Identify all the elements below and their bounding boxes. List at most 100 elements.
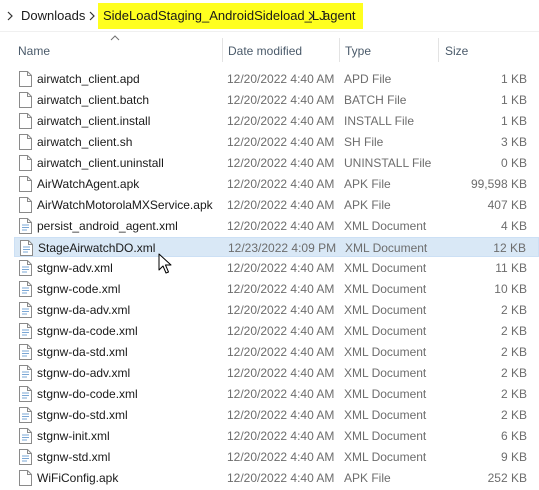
file-name: stgnw-da-code.xml	[37, 324, 138, 338]
file-row[interactable]: persist_android_agent.xml 12/20/2022 4:40…	[14, 216, 539, 236]
file-row[interactable]: airwatch_client.batch 12/20/2022 4:40 AM B…	[14, 90, 539, 110]
file-name: persist_android_agent.xml	[37, 219, 178, 233]
xml-file-icon	[19, 344, 32, 360]
file-row[interactable]: stgnw-da-code.xml 12/20/2022 4:40 AM XML D…	[14, 321, 539, 341]
file-size: 2 KB	[500, 408, 527, 422]
file-row[interactable]: AirWatchMotorolaMXService.apk 12/20/2022 …	[14, 195, 539, 215]
generic-file-icon	[19, 113, 32, 129]
file-name: stgnw-code.xml	[37, 282, 121, 296]
generic-file-icon	[19, 71, 32, 87]
file-name: stgnw-std.xml	[37, 450, 111, 464]
file-size: 11 KB	[495, 261, 527, 275]
file-row[interactable]: stgnw-da-std.xml 12/20/2022 4:40 AM XML Do…	[14, 342, 539, 362]
file-type: SH File	[344, 135, 384, 149]
file-name: stgnw-do-std.xml	[37, 408, 128, 422]
file-row[interactable]: stgnw-do-code.xml 12/20/2022 4:40 AM XML D…	[14, 384, 539, 404]
file-size: 2 KB	[500, 345, 527, 359]
file-size: 2 KB	[500, 387, 527, 401]
file-type: XML Document	[344, 282, 427, 296]
column-header-size-label: Size	[445, 44, 469, 58]
file-row[interactable]: stgnw-do-adv.xml 12/20/2022 4:40 AM XML Do…	[14, 363, 539, 383]
file-name: stgnw-adv.xml	[37, 261, 113, 275]
file-date-modified: 12/20/2022 4:40 AM	[227, 408, 335, 422]
file-name: stgnw-da-adv.xml	[37, 303, 131, 317]
file-name: stgnw-da-std.xml	[37, 345, 128, 359]
breadcrumb-item-downloads[interactable]: Downloads	[21, 6, 85, 26]
file-size: 2 KB	[500, 324, 527, 338]
xml-file-icon	[19, 428, 32, 444]
xml-file-icon	[19, 386, 32, 402]
chevron-right-icon[interactable]	[5, 9, 15, 23]
file-date-modified: 12/20/2022 4:40 AM	[227, 366, 335, 380]
file-row[interactable]: AirWatchAgent.apk 12/20/2022 4:40 AM APK F…	[14, 174, 539, 194]
file-type: XML Document	[344, 408, 427, 422]
file-size: 407 KB	[487, 198, 527, 212]
file-date-modified: 12/20/2022 4:40 AM	[227, 177, 335, 191]
file-date-modified: 12/20/2022 4:40 AM	[227, 471, 335, 485]
file-type: XML Document	[345, 241, 428, 255]
file-type: APK File	[344, 177, 391, 191]
file-date-modified: 12/20/2022 4:40 AM	[227, 135, 335, 149]
file-date-modified: 12/20/2022 4:40 AM	[227, 261, 335, 275]
file-size: 1 KB	[500, 93, 527, 107]
file-type: XML Document	[344, 429, 427, 443]
file-date-modified: 12/20/2022 4:40 AM	[227, 429, 335, 443]
file-row[interactable]: airwatch_client.install 12/20/2022 4:40 A…	[14, 111, 539, 131]
file-date-modified: 12/20/2022 4:40 AM	[227, 450, 335, 464]
file-name: airwatch_client.sh	[37, 135, 133, 149]
file-name: stgnw-do-adv.xml	[37, 366, 131, 380]
file-row[interactable]: StageAirwatchDO.xml 12/23/2022 4:09 PM XML…	[14, 237, 539, 257]
xml-file-icon	[19, 218, 32, 234]
file-row[interactable]: stgnw-init.xml 12/20/2022 4:40 AM XML Docu…	[14, 426, 539, 446]
chevron-right-icon[interactable]	[306, 9, 316, 23]
file-date-modified: 12/20/2022 4:40 AM	[227, 345, 335, 359]
breadcrumb-item-sideloadstaging[interactable]: SideLoadStaging_AndroidSideload_LJ	[103, 6, 326, 26]
file-row[interactable]: stgnw-da-adv.xml 12/20/2022 4:40 AM XML Do…	[14, 300, 539, 320]
file-size: 3 KB	[500, 135, 527, 149]
xml-file-icon	[19, 281, 32, 297]
file-date-modified: 12/20/2022 4:40 AM	[227, 282, 335, 296]
generic-file-icon	[19, 134, 32, 150]
file-name: airwatch_client.uninstall	[37, 156, 164, 170]
xml-file-icon	[19, 407, 32, 423]
file-type: XML Document	[344, 366, 427, 380]
file-date-modified: 12/23/2022 4:09 PM	[228, 241, 337, 255]
mouse-cursor-icon	[158, 253, 172, 274]
address-bar[interactable]: Downloads SideLoadStaging_AndroidSideloa…	[0, 0, 539, 32]
breadcrumb-item-agent[interactable]: agent	[323, 6, 356, 26]
column-header-date-label: Date modified	[228, 44, 303, 58]
file-size: 10 KB	[494, 282, 527, 296]
chevron-right-icon[interactable]	[87, 9, 97, 23]
file-size: 9 KB	[500, 450, 527, 464]
file-row[interactable]: airwatch_client.sh 12/20/2022 4:40 AM SH F…	[14, 132, 539, 152]
file-name: stgnw-do-code.xml	[37, 387, 138, 401]
file-type: XML Document	[344, 219, 427, 233]
xml-file-icon	[19, 260, 32, 276]
file-row[interactable]: stgnw-do-std.xml 12/20/2022 4:40 AM XML Do…	[14, 405, 539, 425]
file-row[interactable]: airwatch_client.apd 12/20/2022 4:40 AM APD…	[14, 69, 539, 89]
file-row[interactable]: stgnw-adv.xml 12/20/2022 4:40 AM XML Docum…	[14, 258, 539, 278]
file-size: 2 KB	[500, 366, 527, 380]
file-row[interactable]: WiFiConfig.apk 12/20/2022 4:40 AM APK File…	[14, 468, 539, 488]
file-row[interactable]: stgnw-code.xml 12/20/2022 4:40 AM XML Docu…	[14, 279, 539, 299]
file-size: 252 KB	[487, 471, 527, 485]
file-size: 0 KB	[500, 156, 527, 170]
file-row[interactable]: airwatch_client.uninstall 12/20/2022 4:40…	[14, 153, 539, 173]
generic-file-icon	[19, 197, 32, 213]
generic-file-icon	[19, 176, 32, 192]
file-size: 1 KB	[500, 72, 527, 86]
xml-file-icon	[19, 449, 32, 465]
xml-file-icon	[19, 365, 32, 381]
file-size: 2 KB	[500, 303, 527, 317]
file-type: XML Document	[344, 303, 427, 317]
file-date-modified: 12/20/2022 4:40 AM	[227, 324, 335, 338]
file-name: AirWatchAgent.apk	[37, 177, 140, 191]
xml-file-icon	[20, 240, 33, 256]
file-date-modified: 12/20/2022 4:40 AM	[227, 219, 335, 233]
file-size: 99,598 KB	[470, 177, 527, 191]
file-type: XML Document	[344, 450, 427, 464]
file-type: APD File	[344, 72, 392, 86]
file-row[interactable]: stgnw-std.xml 12/20/2022 4:40 AM XML Docum…	[14, 447, 539, 467]
file-date-modified: 12/20/2022 4:40 AM	[227, 114, 335, 128]
file-date-modified: 12/20/2022 4:40 AM	[227, 303, 335, 317]
